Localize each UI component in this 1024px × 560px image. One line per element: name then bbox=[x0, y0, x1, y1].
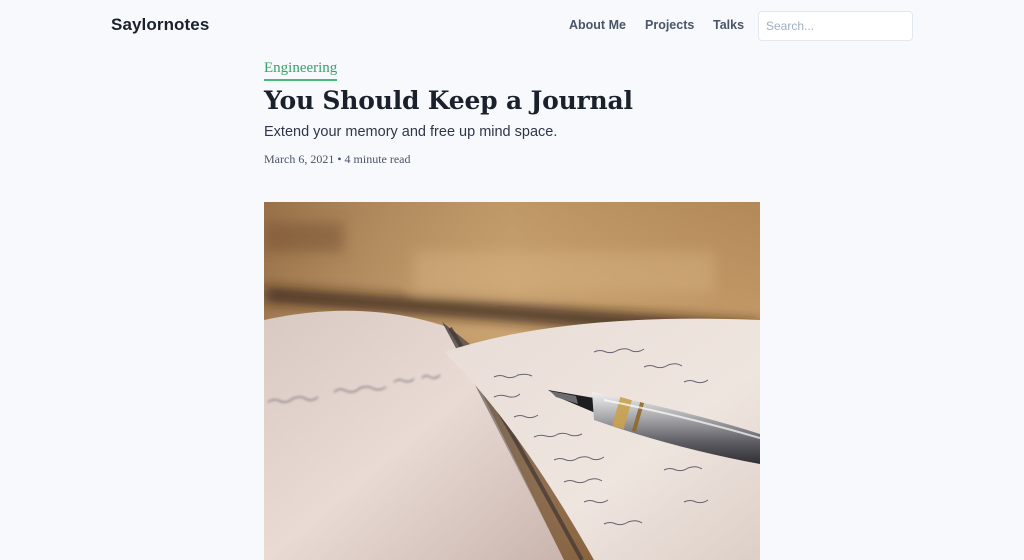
journal-photo-icon bbox=[264, 202, 760, 560]
article-title: You Should Keep a Journal bbox=[264, 86, 633, 115]
site-brand-link[interactable]: Saylornotes bbox=[111, 15, 209, 35]
category-link[interactable]: Engineering bbox=[264, 59, 338, 81]
article-subtitle: Extend your memory and free up mind spac… bbox=[264, 124, 558, 140]
search-input[interactable] bbox=[758, 11, 913, 41]
meta-separator: • bbox=[337, 152, 342, 166]
nav-link-about-me[interactable]: About Me bbox=[569, 18, 626, 32]
nav-link-projects[interactable]: Projects bbox=[645, 18, 694, 32]
site-header: Saylornotes About Me Projects Talks bbox=[0, 0, 1024, 52]
read-time: 4 minute read bbox=[344, 152, 411, 166]
article-meta: March 6, 2021 • 4 minute read bbox=[264, 152, 411, 167]
publish-date: March 6, 2021 bbox=[264, 152, 335, 166]
nav-link-talks[interactable]: Talks bbox=[713, 18, 744, 32]
hero-image bbox=[264, 202, 760, 560]
